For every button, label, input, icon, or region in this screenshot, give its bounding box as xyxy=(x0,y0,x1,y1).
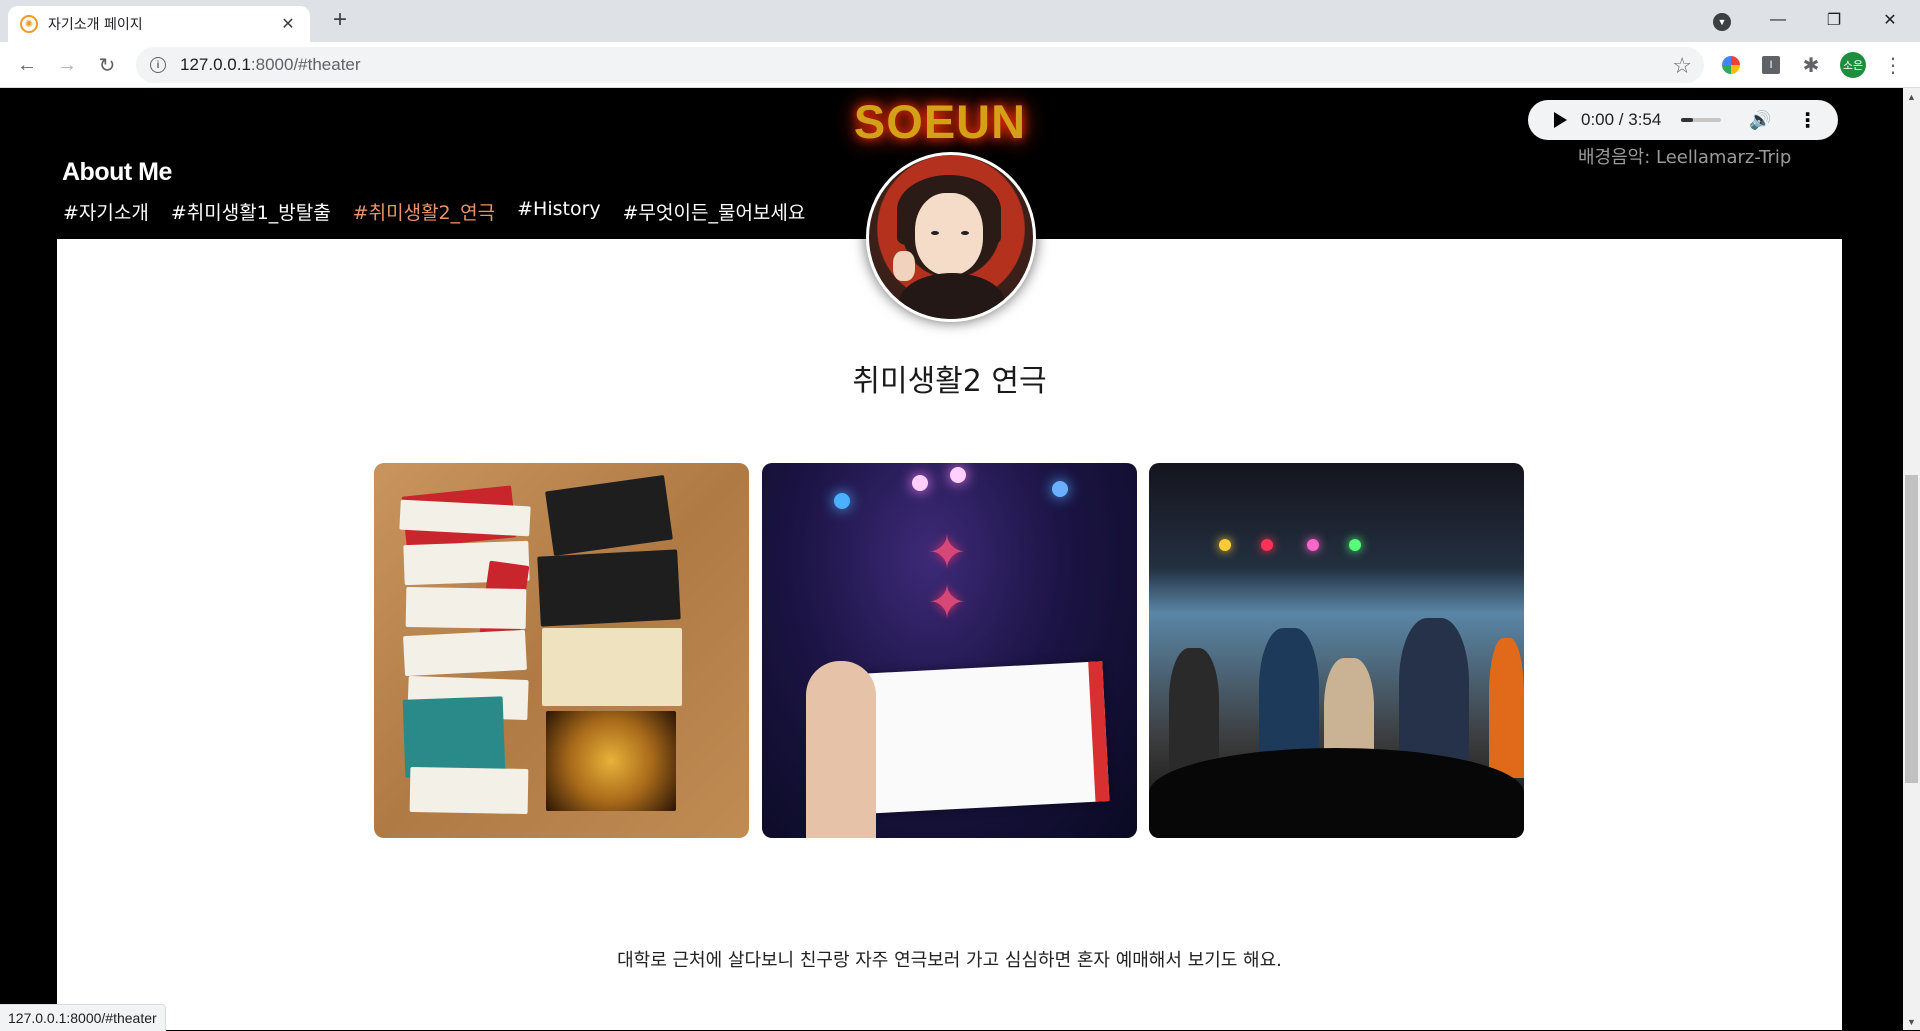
new-tab-button[interactable]: + xyxy=(326,6,354,34)
volume-icon[interactable]: 🔊 xyxy=(1749,110,1771,131)
status-bar-url: 127.0.0.1:8000/#theater xyxy=(0,1004,166,1031)
extension-button[interactable]: I xyxy=(1758,52,1784,78)
audio-player: 0:00 / 3:54 🔊 ⋮ xyxy=(1528,100,1838,140)
scroll-down-icon[interactable]: ▼ xyxy=(1903,1013,1920,1030)
more-vert-icon: ⋮ xyxy=(1883,54,1903,77)
info-icon[interactable]: i xyxy=(150,57,166,73)
bgm-caption: 배경음악: Leellamarz-Trip xyxy=(1578,147,1792,168)
reload-button[interactable]: ↻ xyxy=(92,50,122,80)
favicon-icon: ✺ xyxy=(20,15,38,33)
audio-time: 0:00 / 3:54 xyxy=(1581,110,1662,129)
ticket-collection-photo xyxy=(374,463,749,838)
bookmark-star-icon[interactable]: ☆ xyxy=(1672,53,1692,79)
forward-button[interactable]: → xyxy=(52,50,82,80)
scroll-thumb[interactable] xyxy=(1905,475,1918,783)
about-heading: About Me xyxy=(62,158,172,186)
neon-sign-icon: ✦ ✦ xyxy=(927,525,967,629)
stage-actors-photo xyxy=(1149,463,1524,838)
minimize-button[interactable]: — xyxy=(1750,0,1806,40)
scroll-up-icon[interactable]: ▲ xyxy=(1903,88,1920,105)
play-icon[interactable] xyxy=(1554,112,1567,128)
restore-button[interactable]: ❐ xyxy=(1806,0,1862,40)
browser-menu-button[interactable]: ⋮ xyxy=(1880,52,1906,78)
nav-link-escape-room[interactable]: #취미생활1_방탈출 xyxy=(171,198,331,225)
more-options-icon[interactable]: ⋮ xyxy=(1798,108,1818,133)
nav-link-history[interactable]: #History xyxy=(517,198,601,225)
profile-photo xyxy=(866,152,1036,322)
section-caption: 대학로 근처에 살다보니 친구랑 자주 연극보러 가고 심심하면 혼자 예매해서… xyxy=(617,950,1282,971)
back-button[interactable]: ← xyxy=(12,50,42,80)
profile-button[interactable]: 소은 xyxy=(1840,52,1866,78)
nav-link-intro[interactable]: #자기소개 xyxy=(63,198,149,225)
extension-icon: I xyxy=(1762,56,1780,74)
url-text: 127.0.0.1:8000/#theater xyxy=(180,55,361,75)
nav-link-ask-anything[interactable]: #무엇이든_물어보세요 xyxy=(623,198,806,225)
tab-strip: ✺ 자기소개 페이지 ✕ + ▼ — ❐ ✕ xyxy=(0,0,1920,42)
theater-section: 취미생활2 연극 ✦ ✦ 대학로 근처에 살다보니 친구랑 자주 연극보러 가고… xyxy=(57,239,1842,1030)
avatar: 소은 xyxy=(1840,52,1866,78)
color-wheel-icon xyxy=(1722,56,1740,74)
theater-ticket-photo: ✦ ✦ xyxy=(762,463,1137,838)
browser-toolbar: ← → ↻ i 127.0.0.1:8000/#theater ☆ I ✱ 소은… xyxy=(0,42,1920,88)
nav-link-theater[interactable]: #취미생활2_연극 xyxy=(353,198,495,225)
tab-search-button[interactable]: ▼ xyxy=(1710,10,1734,34)
color-extension-button[interactable] xyxy=(1718,52,1744,78)
chevron-down-icon: ▼ xyxy=(1713,13,1731,31)
close-window-button[interactable]: ✕ xyxy=(1862,0,1918,40)
url-path: :8000/#theater xyxy=(250,55,361,74)
browser-tab[interactable]: ✺ 자기소개 페이지 ✕ xyxy=(8,6,310,42)
page-scrollbar[interactable]: ▲ ▼ xyxy=(1903,88,1920,1030)
address-bar[interactable]: i 127.0.0.1:8000/#theater ☆ xyxy=(136,47,1704,83)
url-host: 127.0.0.1 xyxy=(180,55,251,74)
extensions-menu-button[interactable]: ✱ xyxy=(1798,52,1824,78)
close-tab-icon[interactable]: ✕ xyxy=(278,14,298,34)
audio-progress-slider[interactable] xyxy=(1681,118,1722,122)
section-nav: #자기소개 #취미생활1_방탈출 #취미생활2_연극 #History #무엇이… xyxy=(63,198,805,225)
puzzle-icon: ✱ xyxy=(1802,54,1820,77)
tab-title: 자기소개 페이지 xyxy=(48,17,143,33)
section-title: 취미생활2 연극 xyxy=(852,364,1047,399)
page-viewport: SOEUN About Me #자기소개 #취미생활1_방탈출 #취미생활2_연… xyxy=(0,88,1903,1030)
